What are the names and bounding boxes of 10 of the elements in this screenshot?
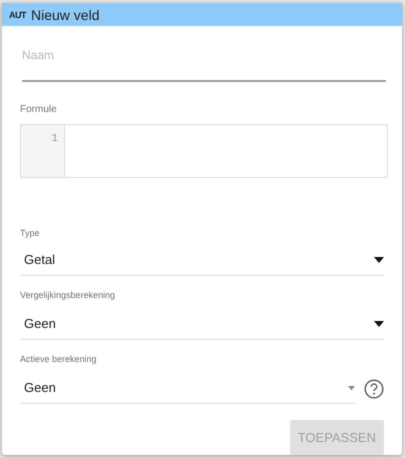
line-number: 1 [51, 133, 58, 145]
name-field[interactable]: Naam [22, 48, 386, 82]
app-code-label: AUT [9, 10, 26, 20]
select-label: Actieve berekening [20, 354, 98, 364]
select-field[interactable]: Getal [20, 246, 384, 276]
select-label: Vergelijkingsberekening [20, 290, 116, 300]
dialog-title: Nieuw veld [31, 6, 100, 22]
select-label: Type [20, 228, 41, 238]
formula-label: Formule [20, 104, 58, 115]
select-field[interactable]: Geen [20, 310, 384, 340]
